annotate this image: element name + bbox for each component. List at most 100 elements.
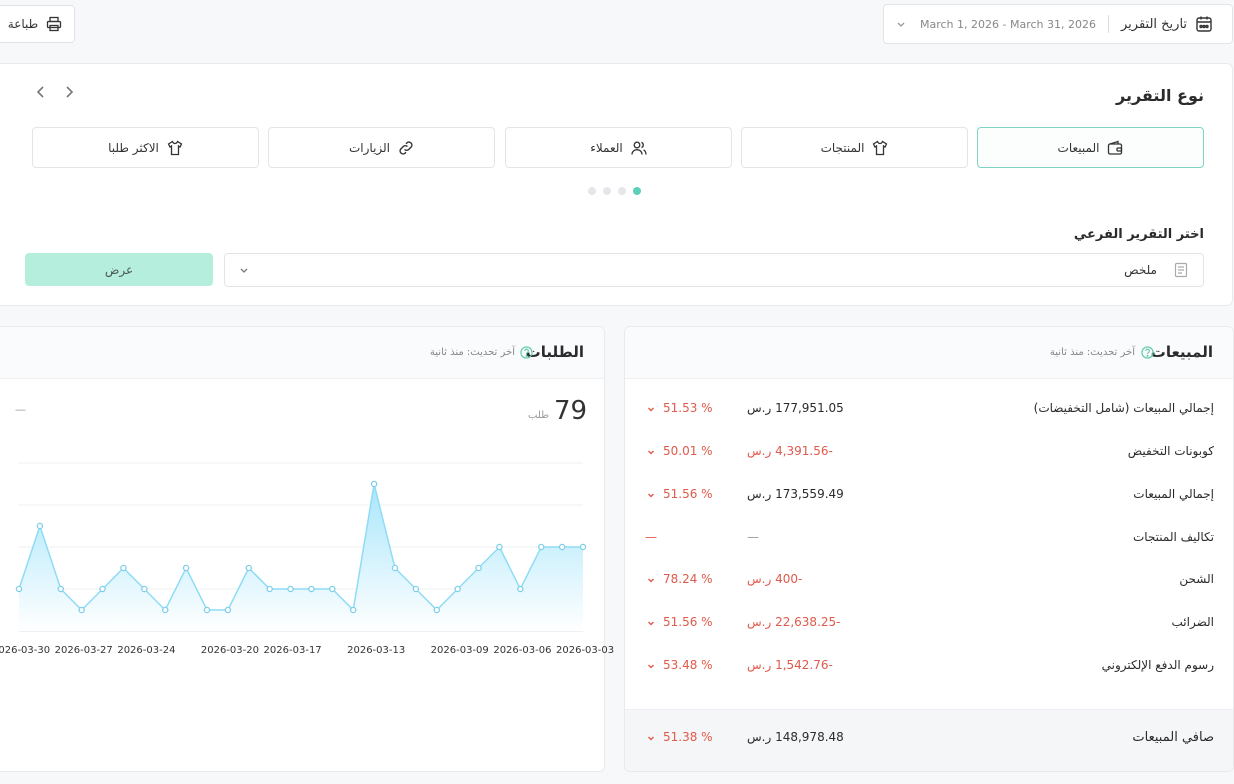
- net-amount: 148,978.48 ر.س: [747, 730, 844, 744]
- sales-title: المبيعات: [1150, 343, 1213, 361]
- date-range-value: March 1, 2026 - March 31, 2026: [920, 17, 1096, 31]
- data-point: [475, 564, 482, 572]
- x-tick-label: 2026-03-13: [347, 645, 406, 656]
- sales-row-6: رسوم الدفع الإلكتروني -1,542.76 ر.س 53.4…: [625, 644, 1234, 686]
- row-label: رسوم الدفع الإلكتروني: [1101, 658, 1214, 672]
- orders-count: 79: [554, 396, 588, 426]
- net-label: صافي المبيعات: [1132, 730, 1214, 745]
- row-amount: -4,391.56 ر.س: [747, 444, 833, 458]
- data-point: [308, 585, 315, 593]
- sub-report-select[interactable]: ملخص: [224, 253, 1204, 287]
- x-tick-label: 2026-03-20: [200, 645, 259, 656]
- row-amount: 177,951.05 ر.س: [747, 401, 844, 415]
- chevron-down-icon: [896, 19, 906, 29]
- wallet-icon: [1107, 140, 1123, 156]
- data-point: [391, 564, 399, 572]
- data-point: [141, 585, 148, 593]
- orders-updated: آخر تحديث: منذ ثانية: [429, 347, 515, 358]
- printer-icon: [46, 16, 62, 32]
- row-label: إجمالي المبيعات (شامل التخفيضات): [1033, 401, 1214, 415]
- net-change: 51.38 %: [663, 730, 713, 744]
- row-change: 51.53 %: [663, 401, 713, 415]
- data-point: [57, 585, 65, 593]
- row-label: كوبونات التخفيض: [1127, 444, 1214, 458]
- area-fill: [19, 484, 583, 631]
- x-tick-label: 2026-03-09: [430, 645, 489, 656]
- x-tick-label: 2026-03-06: [493, 645, 552, 656]
- sales-net-row: صافي المبيعات 148,978.48 ر.س 51.38 %: [625, 716, 1234, 758]
- row-label: الشحن: [1179, 572, 1214, 586]
- row-amount: —: [747, 530, 759, 544]
- data-point: [15, 585, 23, 593]
- sales-row-2: إجمالي المبيعات 173,559.49 ر.س 51.56 %: [625, 473, 1234, 515]
- sales-row-4: الشحن -400 ر.س 78.24 %: [625, 558, 1234, 600]
- users-icon: [631, 140, 647, 156]
- data-point: [496, 543, 503, 551]
- link-icon: [398, 140, 414, 156]
- orders-chart: [15, 462, 587, 632]
- tab-top-requested-label: الاكثر طلبا: [108, 140, 159, 155]
- row-amount: 173,559.49 ر.س: [747, 487, 844, 501]
- tab-customers[interactable]: العملاء: [505, 127, 732, 168]
- row-change: 51.56 %: [663, 487, 713, 501]
- chevron-down-icon: [647, 448, 655, 456]
- carousel-dot-4[interactable]: [588, 187, 596, 195]
- carousel-dot-3[interactable]: [603, 187, 611, 195]
- row-amount: -400 ر.س: [747, 572, 803, 586]
- show-button[interactable]: عرض: [25, 253, 213, 286]
- prev-arrow-icon[interactable]: [34, 85, 48, 99]
- tab-customers-label: العملاء: [590, 140, 623, 155]
- chevron-down-icon: [647, 405, 655, 413]
- data-point: [266, 585, 273, 593]
- data-point: [329, 585, 336, 593]
- carousel-dot-2[interactable]: [618, 187, 626, 195]
- x-tick-label: 2026-03-17: [263, 645, 322, 656]
- carousel-dot-1[interactable]: [633, 187, 641, 195]
- x-tick-label: 2026-03-30: [0, 645, 51, 656]
- tab-products-label: المنتجات: [820, 140, 865, 155]
- tab-sales[interactable]: المبيعات: [977, 127, 1204, 168]
- help-icon[interactable]: [520, 346, 533, 359]
- row-label: الضرائب: [1171, 615, 1214, 629]
- shirt-icon: [167, 140, 183, 156]
- orders-unit: طلب: [528, 410, 550, 421]
- tab-top-requested[interactable]: الاكثر طلبا: [32, 127, 259, 168]
- print-label: طباعة: [7, 17, 39, 31]
- data-point: [517, 585, 524, 593]
- sub-report-value: ملخص: [1124, 263, 1157, 277]
- data-point: [412, 585, 420, 593]
- show-button-label: عرض: [104, 262, 134, 277]
- row-amount: -1,542.76 ر.س: [747, 658, 833, 672]
- data-point: [182, 564, 190, 572]
- data-point: [36, 522, 44, 530]
- data-point: [370, 480, 378, 488]
- next-arrow-icon[interactable]: [62, 85, 76, 99]
- report-date-label: تاريخ التقرير: [1121, 16, 1188, 32]
- data-point: [454, 585, 461, 593]
- sales-row-0: إجمالي المبيعات (شامل التخفيضات) 177,951…: [625, 387, 1234, 429]
- x-tick-label: 2026-03-27: [54, 645, 113, 656]
- report-date-picker[interactable]: March 1, 2026 - March 31, 2026 تاريخ الت…: [883, 4, 1233, 44]
- data-point: [579, 543, 587, 551]
- document-icon: [1173, 262, 1189, 278]
- data-point: [120, 564, 127, 572]
- data-point: [161, 606, 169, 614]
- row-change: 78.24 %: [663, 572, 713, 586]
- tab-visits[interactable]: الزيارات: [268, 127, 495, 168]
- tab-sales-label: المبيعات: [1057, 140, 1100, 155]
- orders-title: الطلبات: [525, 343, 584, 361]
- tab-products[interactable]: المنتجات: [741, 127, 968, 168]
- report-type-title: نوع التقرير: [1116, 86, 1204, 105]
- calendar-icon: [1195, 15, 1213, 33]
- print-button[interactable]: طباعة: [0, 5, 75, 43]
- sales-row-5: الضرائب -22,638.25 ر.س 51.56 %: [625, 601, 1234, 643]
- sub-report-label: اختر التقرير الفرعي: [1073, 227, 1204, 242]
- orders-compare: —: [15, 403, 26, 416]
- row-change: —: [645, 530, 657, 544]
- data-point: [349, 606, 357, 614]
- help-icon[interactable]: [1141, 346, 1154, 359]
- row-change: 53.48 %: [663, 658, 713, 672]
- row-amount: -22,638.25 ر.س: [747, 615, 841, 629]
- chevron-down-icon: [239, 265, 249, 275]
- data-point: [537, 543, 545, 551]
